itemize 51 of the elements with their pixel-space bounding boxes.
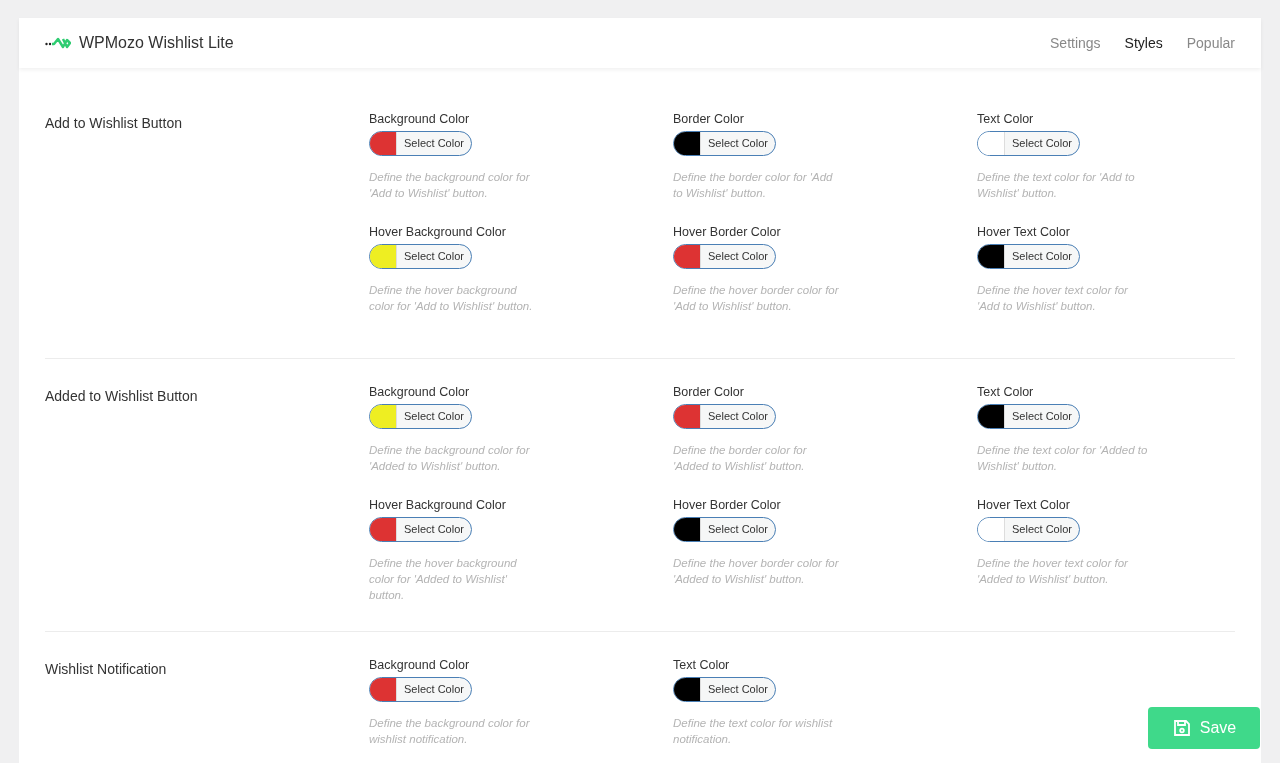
field-description: Define the border color for 'Add to Wishlist' button. bbox=[673, 170, 834, 201]
color-picker-button[interactable]: Select Color bbox=[673, 677, 776, 702]
section-title: Add to Wishlist Button bbox=[45, 114, 183, 133]
color-picker-button[interactable]: Select Color bbox=[673, 244, 776, 269]
field-label: Border Color bbox=[673, 112, 745, 126]
field-description: Define the background color for 'Add to Wishlist' button. bbox=[369, 170, 531, 201]
field-description: Define the text color for 'Add to Wishlist' button. bbox=[977, 170, 1136, 201]
color-picker-button[interactable]: Select Color bbox=[369, 131, 472, 156]
field-label: Hover Background Color bbox=[369, 225, 507, 239]
color-picker-button[interactable]: Select Color bbox=[977, 517, 1080, 542]
field-label: Text Color bbox=[977, 112, 1035, 126]
field-label: Text Color bbox=[673, 658, 731, 672]
color-picker-button[interactable]: Select Color bbox=[673, 404, 776, 429]
field-description: Define the background color for 'Added to Wishlist' button. bbox=[369, 443, 531, 474]
field-label: Hover Border Color bbox=[673, 498, 782, 512]
field-label: Border Color bbox=[673, 385, 745, 399]
field-description: Define the hover background color for 'Add to Wishlist' button. bbox=[369, 283, 534, 314]
field-label: Text Color bbox=[977, 385, 1035, 399]
field-label: Background Color bbox=[369, 658, 471, 672]
nav-tab[interactable]: Popular bbox=[1186, 32, 1235, 54]
field-description: Define the text color for 'Added to Wishlist' button. bbox=[977, 443, 1149, 474]
field-description: Define the hover text color for 'Added to Wishlist' button. bbox=[977, 556, 1129, 587]
section-title: Wishlist Notification bbox=[45, 660, 168, 679]
field-label: Hover Border Color bbox=[673, 225, 782, 239]
field-label: Hover Text Color bbox=[977, 498, 1071, 512]
color-picker-button[interactable]: Select Color bbox=[369, 244, 472, 269]
field-description: Define the hover text color for 'Add to Wishlist' button. bbox=[977, 283, 1129, 314]
field-description: Define the hover border color for 'Add to Wishlist' button. bbox=[673, 283, 840, 314]
color-picker-button[interactable]: Select Color bbox=[977, 244, 1080, 269]
field-description: Define the text color for wishlist notification. bbox=[673, 716, 834, 747]
app-title: WPMozo Wishlist Lite bbox=[79, 33, 234, 53]
field-description: Define the hover border color for 'Added to Wishlist' button. bbox=[673, 556, 840, 587]
field-description: Define the border color for 'Added to Wishlist' button. bbox=[673, 443, 808, 474]
logo-icon bbox=[45, 36, 71, 50]
field-label: Background Color bbox=[369, 385, 471, 399]
color-picker-button[interactable]: Select Color bbox=[977, 131, 1080, 156]
field-label: Hover Text Color bbox=[977, 225, 1071, 239]
nav-tab[interactable]: Styles bbox=[1124, 32, 1163, 54]
color-picker-button[interactable]: Select Color bbox=[369, 404, 472, 429]
field-label: Hover Background Color bbox=[369, 498, 507, 512]
color-picker-button[interactable]: Select Color bbox=[977, 404, 1080, 429]
field-description: Define the hover background color for 'Added to Wishlist' button. bbox=[369, 556, 518, 603]
color-picker-button[interactable]: Select Color bbox=[369, 677, 472, 702]
color-picker-button[interactable]: Select Color bbox=[673, 131, 776, 156]
field-description: Define the background color for wishlist notification. bbox=[369, 716, 531, 747]
section-title: Added to Wishlist Button bbox=[45, 387, 199, 406]
color-picker-button[interactable]: Select Color bbox=[673, 517, 776, 542]
nav-tab[interactable]: Settings bbox=[1050, 32, 1101, 54]
save-icon bbox=[1171, 718, 1192, 738]
color-picker-button[interactable]: Select Color bbox=[369, 517, 472, 542]
field-label: Background Color bbox=[369, 112, 471, 126]
